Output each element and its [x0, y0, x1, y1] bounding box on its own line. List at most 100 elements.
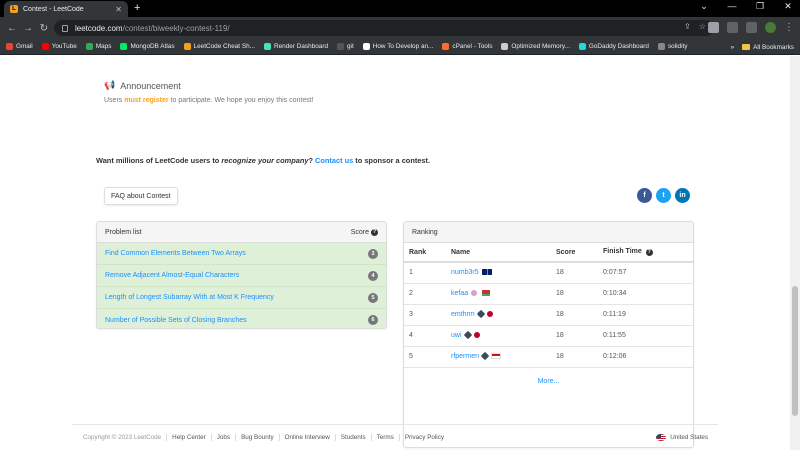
- user-link[interactable]: uwi: [451, 332, 462, 339]
- problem-link[interactable]: Length of Longest Subarray With at Most …: [105, 294, 368, 301]
- address-bar[interactable]: leetcode.com/contest/biweekly-contest-11…: [54, 20, 714, 36]
- footer-link-privacy-policy[interactable]: Privacy Policy: [398, 434, 449, 441]
- rank-cell: 4: [404, 325, 447, 347]
- user-link[interactable]: kefaa: [451, 290, 468, 297]
- bookmark-youtube[interactable]: YouTube: [41, 43, 77, 50]
- problem-link[interactable]: Number of Possible Sets of Closing Branc…: [105, 317, 368, 324]
- bookmark-maps[interactable]: Maps: [85, 43, 112, 50]
- hexagon-badge-icon: [476, 309, 485, 319]
- lock-icon: [62, 24, 68, 32]
- region-selector[interactable]: United States: [656, 434, 708, 441]
- sponsor-text: Want millions of LeetCode users to recog…: [96, 156, 430, 165]
- problem-link[interactable]: Remove Adjacent Almost-Equal Characters: [105, 272, 368, 279]
- chevron-double-right-icon[interactable]: »: [731, 44, 735, 51]
- forward-arrow-icon[interactable]: →: [20, 23, 36, 34]
- bookmark-favicon-icon: [337, 43, 344, 50]
- scrollbar-thumb[interactable]: [792, 286, 798, 416]
- bookmark-label: Maps: [95, 43, 112, 50]
- bookmark-label: LeetCode Cheat Sh...: [193, 43, 255, 50]
- footer-link-online-interview[interactable]: Online Interview: [278, 434, 335, 441]
- hexagon-badge-icon: [480, 351, 490, 361]
- bookmark-label: git: [347, 43, 354, 50]
- faq-button[interactable]: FAQ about Contest: [104, 187, 178, 205]
- extension-icon[interactable]: [708, 22, 719, 33]
- close-window-icon[interactable]: ✕: [782, 1, 794, 12]
- megaphone-icon: 📢: [104, 80, 116, 90]
- bookmark-solidity[interactable]: solidity: [657, 43, 688, 50]
- bookmark-render-dashboard[interactable]: Render Dashboard: [264, 43, 328, 50]
- bookmark-leetcode-cheat-sh[interactable]: LeetCode Cheat Sh...: [183, 43, 255, 50]
- bookmark-optimized-memory[interactable]: Optimized Memory...: [501, 43, 570, 50]
- bookmarks-bar: Gmail YouTube Maps MongoDB Atlas LeetCode Ch…: [0, 39, 800, 55]
- bookmark-label: Render Dashboard: [274, 43, 328, 50]
- name-cell: rfpermen: [447, 346, 552, 368]
- bookmark-how-to-develop-an[interactable]: How To Develop an...: [362, 43, 433, 50]
- contact-us-link[interactable]: Contact us: [315, 156, 353, 165]
- ranking-row: 3 emthrm 18 0:11:19: [404, 304, 693, 326]
- bookmark-favicon-icon: [6, 43, 13, 50]
- footer: Copyright © 2023 LeetCode Help Center Job…: [72, 424, 718, 450]
- footer-link-help-center[interactable]: Help Center: [166, 434, 211, 441]
- problem-list-panel: Problem list Score ? Find Common Element…: [96, 221, 387, 329]
- footer-link-jobs[interactable]: Jobs: [210, 434, 235, 441]
- new-tab-button[interactable]: +: [134, 2, 140, 14]
- menu-dots-icon[interactable]: ⋮: [784, 22, 794, 33]
- score-cell: 18: [552, 283, 599, 305]
- all-bookmarks[interactable]: All Bookmarks: [742, 44, 794, 51]
- facebook-icon[interactable]: f: [637, 188, 652, 203]
- footer-link-students[interactable]: Students: [334, 434, 371, 441]
- bookmark-cpanel-tools[interactable]: cPanel - Tools: [442, 43, 492, 50]
- bookmark-godaddy-dashboard[interactable]: GoDaddy Dashboard: [578, 43, 649, 50]
- share-icon[interactable]: ⇪: [684, 22, 691, 31]
- bookmark-favicon-icon: [362, 43, 370, 50]
- reload-icon[interactable]: ↻: [36, 23, 52, 34]
- score-cell: 18: [552, 346, 599, 368]
- profile-avatar[interactable]: [765, 22, 776, 33]
- folder-icon: [742, 44, 751, 50]
- copyright: Copyright © 2023 LeetCode: [83, 434, 162, 441]
- close-icon[interactable]: ✕: [115, 5, 122, 14]
- rank-cell: 3: [404, 304, 447, 326]
- col-rank: Rank: [404, 243, 447, 263]
- linkedin-icon[interactable]: in: [675, 188, 690, 203]
- user-link[interactable]: emthrm: [451, 311, 475, 318]
- score-cell: 18: [552, 304, 599, 326]
- back-arrow-icon[interactable]: ←: [4, 23, 20, 34]
- problem-row: Find Common Elements Between Two Arrays 3: [97, 243, 386, 265]
- bookmark-label: YouTube: [51, 43, 77, 50]
- all-bookmarks-label: All Bookmarks: [753, 43, 794, 51]
- ranking-table: Rank Name Score Finish Time ? 1 numb3r5 18…: [404, 243, 693, 368]
- browser-tab[interactable]: L Contest - LeetCode ✕: [4, 1, 128, 17]
- scrollbar[interactable]: [790, 56, 800, 450]
- score-badge: 4: [368, 270, 378, 281]
- bookmark-star-icon[interactable]: ☆: [699, 22, 706, 31]
- ranking-columns: Rank Name Score Finish Time ?: [404, 243, 693, 263]
- chevron-down-icon[interactable]: ⌄: [698, 1, 710, 12]
- puzzle-extensions-icon[interactable]: [727, 22, 738, 33]
- bookmark-git[interactable]: git: [337, 43, 354, 50]
- must-register-link[interactable]: must register: [124, 97, 168, 104]
- bookmark-favicon-icon: [85, 43, 93, 50]
- question-icon[interactable]: ?: [371, 228, 378, 236]
- user-link[interactable]: numb3r5: [451, 269, 479, 276]
- announcement-title: 📢 Announcement: [104, 80, 181, 91]
- minimize-icon[interactable]: —: [726, 1, 738, 12]
- more-link[interactable]: More...: [404, 368, 693, 395]
- announcement-text: Users must register to participate. We h…: [104, 97, 314, 104]
- announcement-text-before: Users: [104, 97, 125, 104]
- footer-link-bug-bounty[interactable]: Bug Bounty: [235, 434, 279, 441]
- sponsor-italic: recognize your company: [221, 156, 309, 165]
- belarus-flag-icon: [480, 290, 491, 297]
- side-panel-icon[interactable]: [746, 22, 757, 33]
- user-link[interactable]: rfpermen: [451, 353, 479, 360]
- twitter-icon[interactable]: t: [656, 188, 671, 203]
- bookmark-gmail[interactable]: Gmail: [6, 43, 33, 50]
- problem-link[interactable]: Find Common Elements Between Two Arrays: [105, 250, 368, 257]
- bookmark-mongodb-atlas[interactable]: MongoDB Atlas: [120, 43, 175, 50]
- question-icon[interactable]: ?: [645, 248, 653, 256]
- sponsor-after: to sponsor a contest.: [353, 156, 431, 165]
- footer-link-terms[interactable]: Terms: [370, 434, 399, 441]
- maximize-icon[interactable]: ❐: [754, 1, 766, 12]
- name-cell: uwi: [447, 325, 552, 347]
- bookmark-favicon-icon: [501, 43, 509, 50]
